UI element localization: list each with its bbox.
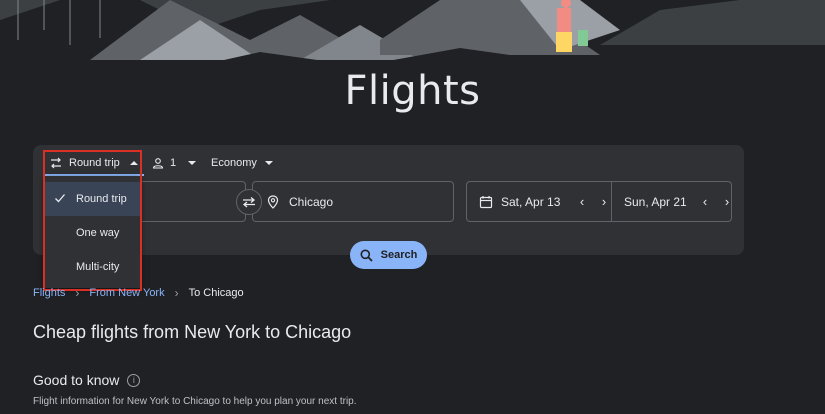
menu-item-label: One way (76, 227, 120, 239)
menu-item-round-trip[interactable]: Round trip (44, 182, 141, 216)
menu-item-label: Round trip (76, 193, 127, 205)
trip-type-menu: Round trip One way Multi-city (44, 176, 141, 288)
swap-arrows-icon (242, 197, 256, 208)
destination-field[interactable]: Chicago (252, 181, 454, 222)
passengers-count: 1 (170, 157, 177, 169)
menu-item-one-way[interactable]: One way (44, 216, 141, 250)
breadcrumb-link-from[interactable]: From New York (89, 287, 164, 299)
breadcrumb-current: To Chicago (188, 287, 244, 299)
trip-type-selector[interactable]: Round trip (45, 153, 144, 176)
chevron-left-icon[interactable]: ‹ (698, 194, 712, 209)
good-to-know-description: Flight information for New York to Chica… (33, 396, 357, 407)
dates-field: Sat, Apr 13 ‹ › Sun, Apr 21 ‹ › (466, 181, 732, 222)
trip-type-label: Round trip (69, 157, 120, 169)
chevron-left-icon[interactable]: ‹ (575, 194, 589, 209)
search-button-label: Search (380, 249, 418, 261)
swap-horiz-icon (51, 157, 61, 169)
menu-item-label: Multi-city (76, 261, 120, 273)
person-icon (152, 158, 164, 169)
check-icon (55, 194, 65, 203)
chevron-right-icon: › (174, 286, 179, 300)
search-icon (360, 249, 373, 262)
return-date-value: Sun, Apr 21 (624, 194, 687, 209)
cabin-selector[interactable]: Economy (211, 153, 273, 173)
info-icon[interactable]: i (127, 373, 141, 387)
chevron-right-icon[interactable]: › (720, 194, 734, 209)
location-pin-icon (267, 194, 279, 209)
depart-date-field[interactable]: Sat, Apr 13 ‹ › (467, 182, 612, 221)
route-heading: Cheap flights from New York to Chicago (33, 322, 352, 342)
search-button[interactable]: Search (350, 241, 427, 269)
breadcrumb: Flights › From New York › To Chicago (33, 286, 244, 300)
caret-down-icon (188, 161, 197, 165)
destination-value: Chicago (289, 194, 334, 209)
good-to-know-heading: Good to know i (33, 372, 141, 388)
passengers-selector[interactable]: 1 (152, 153, 197, 173)
menu-item-multi-city[interactable]: Multi-city (44, 250, 141, 284)
chevron-right-icon: › (75, 286, 80, 300)
chevron-right-icon[interactable]: › (597, 194, 611, 209)
caret-up-icon (129, 161, 138, 165)
swap-button[interactable] (236, 189, 262, 215)
return-date-field[interactable]: Sun, Apr 21 ‹ › (612, 182, 734, 221)
cabin-label: Economy (211, 157, 257, 169)
depart-date-value: Sat, Apr 13 (501, 194, 561, 209)
page-title: Flights (344, 68, 481, 114)
breadcrumb-link-flights[interactable]: Flights (33, 287, 65, 299)
caret-down-icon (264, 161, 273, 165)
good-to-know-label: Good to know (33, 372, 120, 388)
calendar-icon (479, 195, 493, 208)
